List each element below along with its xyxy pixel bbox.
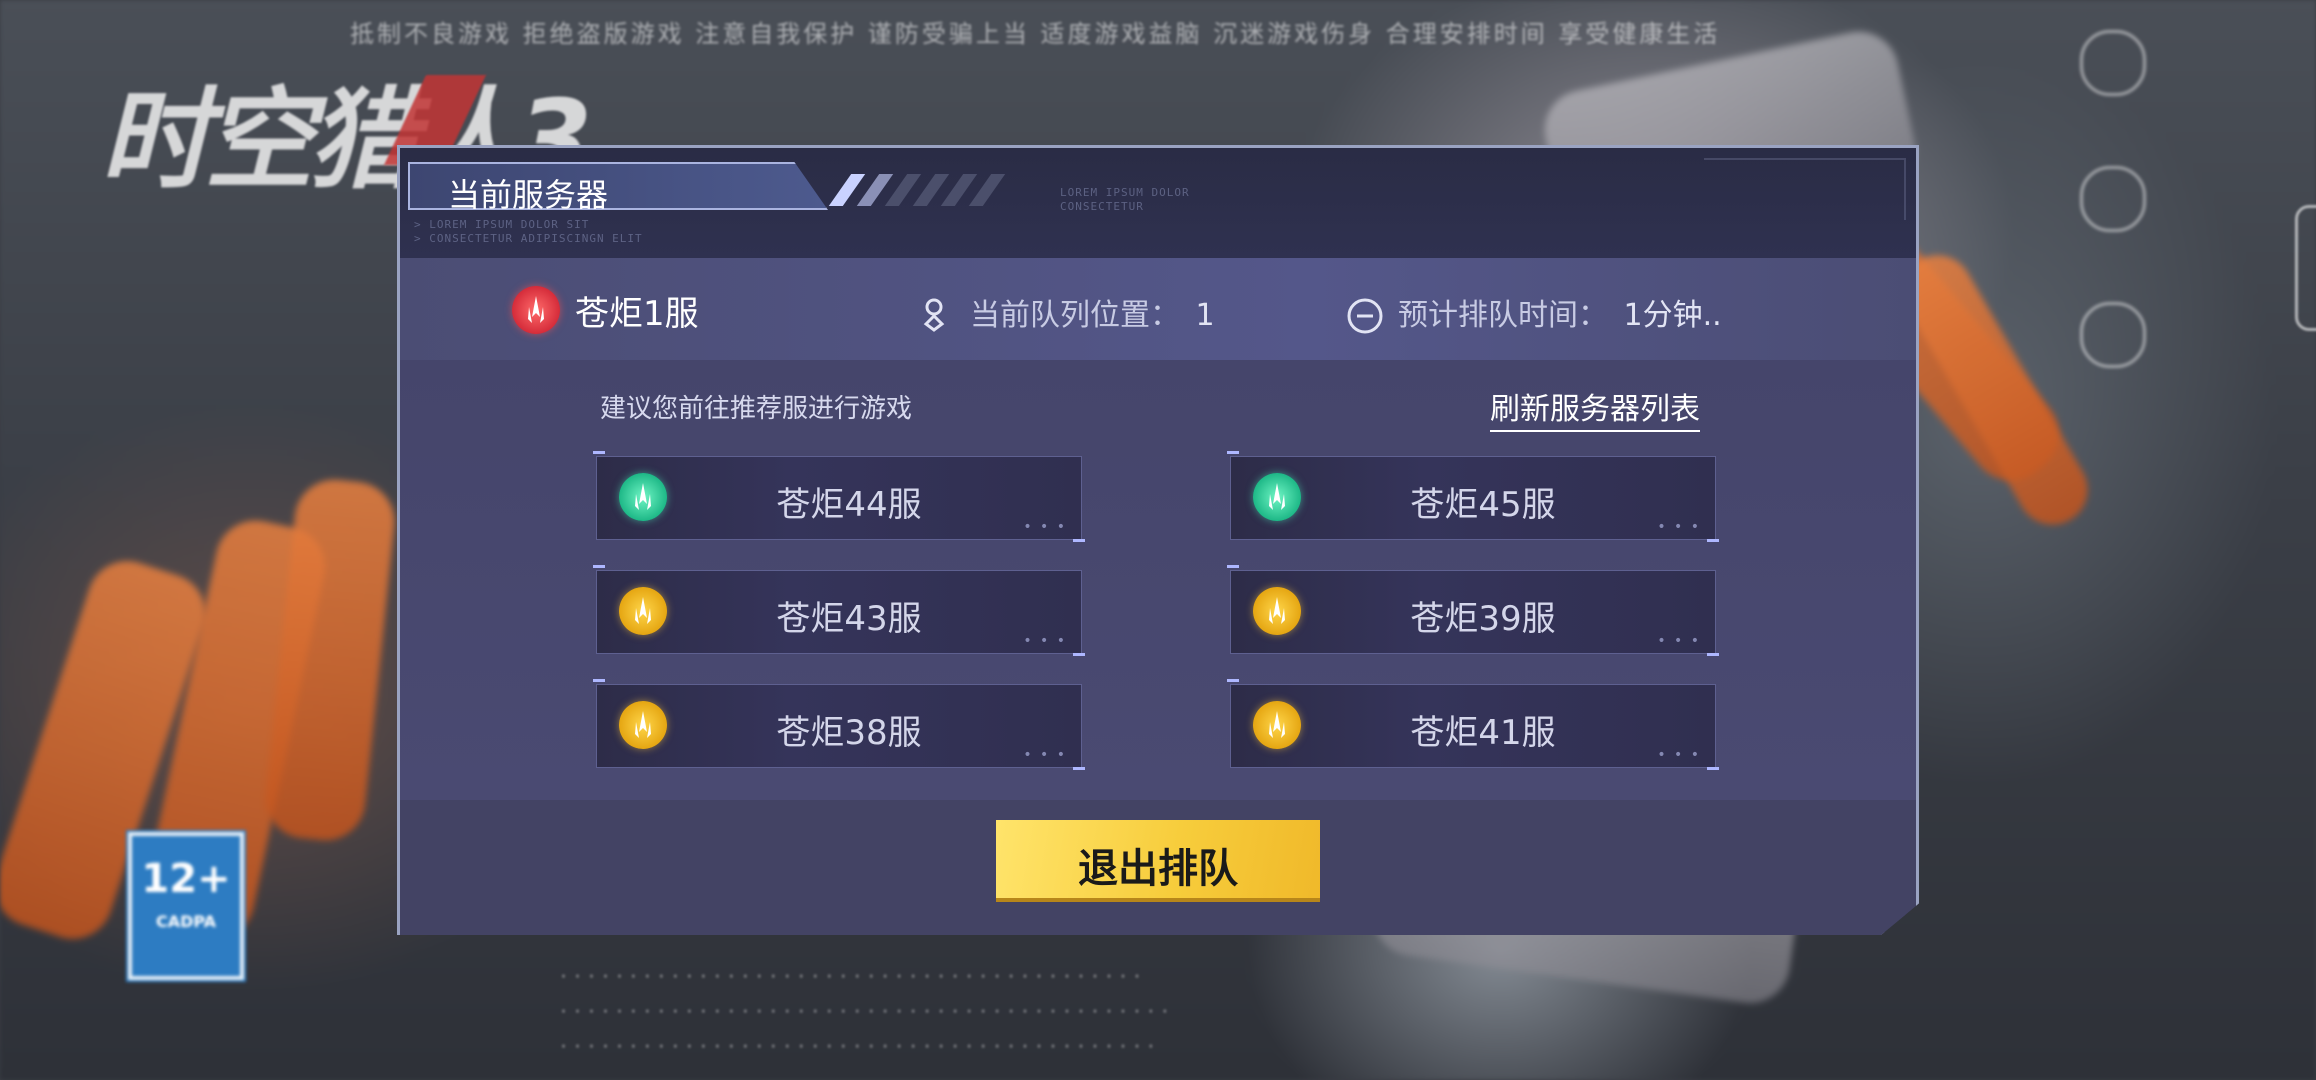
bottom-notice-line: · · · · · · · · · · · · · · · · · · · · …: [560, 1000, 1169, 1025]
queue-status-bar: 苍炬1服 当前队列位置： 1 预计排队时间： 1分钟..: [400, 258, 1916, 360]
corner-dots: • • •: [1657, 747, 1701, 763]
server-button[interactable]: 苍炬38服 • • •: [593, 679, 1085, 770]
corner-dots: • • •: [1023, 747, 1067, 763]
account-icon[interactable]: [2080, 302, 2146, 368]
server-name: 苍炬38服: [776, 713, 922, 753]
server-red-icon: [512, 286, 560, 334]
bottom-notice-line: · · · · · · · · · · · · · · · · · · · · …: [560, 965, 1141, 990]
location-pin-icon: [923, 298, 945, 332]
eta-value: 1分钟..: [1623, 298, 1722, 333]
current-server-name: 苍炬1服: [575, 294, 699, 334]
server-name: 苍炬39服: [1410, 599, 1556, 639]
header-decoration: [1704, 158, 1906, 220]
side-tab-handle[interactable]: [2295, 205, 2316, 331]
health-notice: 抵制不良游戏 拒绝盗版游戏 注意自我保护 谨防受骗上当 适度游戏益脑 沉迷游戏伤…: [350, 20, 1721, 48]
server-button[interactable]: 苍炬43服 • • •: [593, 565, 1085, 656]
title-stripes: [828, 174, 1006, 206]
rating-value: 12+: [141, 856, 231, 902]
age-rating-badge: 12+ CADPA: [128, 832, 244, 980]
queue-position-value: 1: [1195, 298, 1215, 333]
server-name: 苍炬44服: [776, 485, 922, 525]
download-icon[interactable]: [2080, 30, 2146, 96]
refresh-server-list-link[interactable]: 刷新服务器列表: [1490, 384, 1700, 432]
server-button[interactable]: 苍炬41服 • • •: [1227, 679, 1719, 770]
corner-dots: • • •: [1023, 519, 1067, 535]
clock-icon: [1347, 298, 1383, 334]
dialog-title: 当前服务器: [448, 176, 609, 214]
estimated-wait: 预计排队时间： 1分钟..: [1398, 290, 1722, 334]
dialog-header: 当前服务器 LOREM IPSUM DOLOR CONSECTETUR > LO…: [400, 148, 1916, 258]
eta-label: 预计排队时间：: [1398, 298, 1608, 333]
server-queue-dialog: 当前服务器 LOREM IPSUM DOLOR CONSECTETUR > LO…: [397, 145, 1919, 935]
recommend-hint: 建议您前往推荐服进行游戏: [600, 394, 913, 424]
corner-dots: • • •: [1657, 633, 1701, 649]
server-button[interactable]: 苍炬45服 • • •: [1227, 451, 1719, 542]
rating-sub: CADPA: [155, 912, 217, 931]
server-name: 苍炬45服: [1410, 485, 1556, 525]
corner-dots: • • •: [1023, 633, 1067, 649]
server-button[interactable]: 苍炬44服 • • •: [593, 451, 1085, 542]
side-menu: [2080, 30, 2146, 438]
bottom-notice-line: · · · · · · · · · · · · · · · · · · · · …: [560, 1035, 1155, 1060]
quit-queue-button[interactable]: 退出排队: [996, 820, 1320, 898]
server-name: 苍炬41服: [1410, 713, 1556, 753]
queue-position: 当前队列位置： 1: [970, 290, 1215, 334]
corner-dots: • • •: [1657, 519, 1701, 535]
queue-position-label: 当前队列位置：: [970, 298, 1180, 333]
server-button[interactable]: 苍炬39服 • • •: [1227, 565, 1719, 656]
announcement-icon[interactable]: [2080, 166, 2146, 232]
deco-text: LOREM IPSUM DOLOR CONSECTETUR: [1060, 186, 1190, 213]
quit-queue-label: 退出排队: [1078, 846, 1238, 892]
server-name: 苍炬43服: [776, 599, 922, 639]
deco-text: > LOREM IPSUM DOLOR SIT > CONSECTETUR AD…: [414, 218, 643, 245]
